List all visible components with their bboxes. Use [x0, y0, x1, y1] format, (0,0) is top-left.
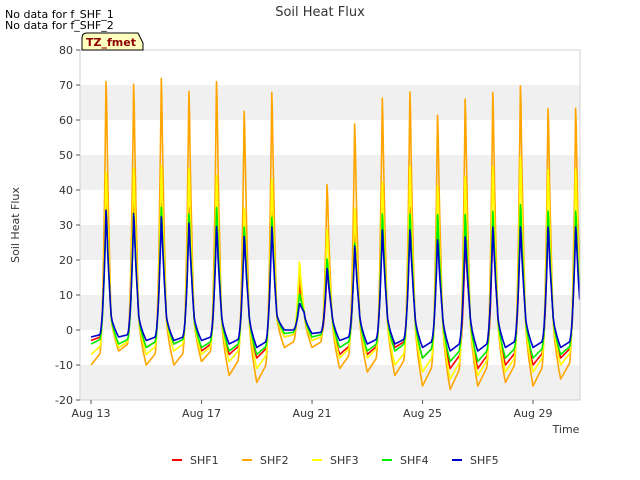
legend: SHF1 SHF2 SHF3 SHF4 SHF5 [172, 454, 499, 467]
y-tick-label: 60 [59, 114, 73, 127]
y-ticks: -20 -10 0 10 20 30 40 50 60 70 80 [55, 44, 80, 407]
x-tick-label: Aug 13 [72, 407, 111, 420]
legend-label-shf1: SHF1 [190, 454, 219, 467]
timezone-badge: TZ_fmet [81, 32, 144, 51]
y-tick-label: 30 [59, 219, 73, 232]
y-axis-label: Soil Heat Flux [9, 187, 22, 263]
legend-label-shf2: SHF2 [260, 454, 289, 467]
y-tick-label: 40 [59, 184, 73, 197]
y-tick-label: -20 [55, 394, 73, 407]
timezone-badge-text: TZ_fmet [86, 36, 136, 49]
y-tick-label: 80 [59, 44, 73, 57]
x-tick-label: Aug 21 [293, 407, 332, 420]
soil-heat-flux-chart: -20-1001020304050607080 Aug 13 Aug 17 Aug … [9, 5, 581, 467]
x-tick-label: Aug 29 [514, 407, 553, 420]
y-tick-label: 20 [59, 254, 73, 267]
grid-band [80, 85, 580, 120]
x-ticks: Aug 13 Aug 17 Aug 21 Aug 25 Aug 29 [72, 400, 553, 420]
legend-label-shf5: SHF5 [470, 454, 499, 467]
x-tick-label: Aug 17 [182, 407, 221, 420]
y-tick-label: -10 [55, 359, 73, 372]
y-tick-label: 0 [66, 324, 73, 337]
legend-label-shf4: SHF4 [400, 454, 429, 467]
y-tick-label: 70 [59, 79, 73, 92]
x-axis-label: Time [552, 423, 580, 436]
legend-label-shf3: SHF3 [330, 454, 359, 467]
grid-band [80, 155, 580, 190]
y-tick-label: 10 [59, 289, 73, 302]
chart-title: Soil Heat Flux [275, 5, 365, 20]
y-tick-label: 50 [59, 149, 73, 162]
x-tick-label: Aug 25 [403, 407, 442, 420]
